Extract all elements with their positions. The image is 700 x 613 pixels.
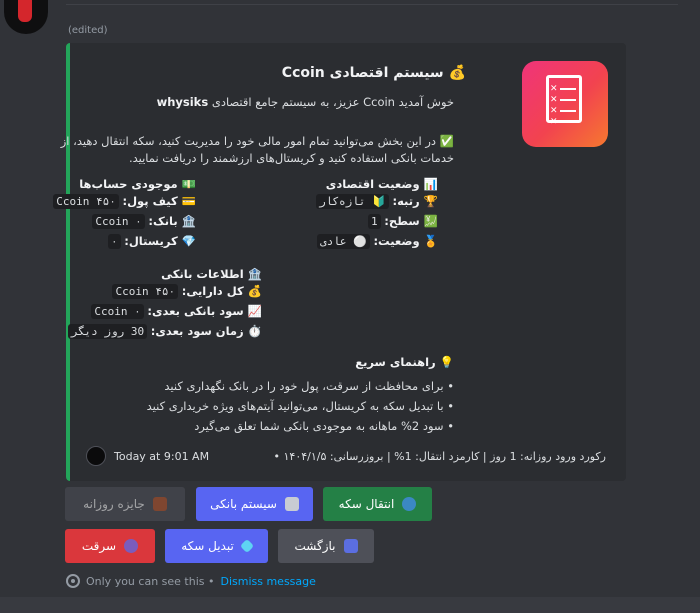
bank-info-field: 🏦 اطلاعات بانکی 💰 کل دارایی: Ccoin ۴۵۰ 📈… xyxy=(68,267,262,341)
dismiss-link[interactable]: Dismiss message xyxy=(220,575,315,588)
x-mark-icon: ✕ xyxy=(550,84,558,94)
wallet-row: 💳 کیف پول: Ccoin ۴۵۰ xyxy=(53,194,196,211)
ephemeral-notice: Only you can see this • Dismiss message xyxy=(66,574,316,588)
intro-user: whysiks xyxy=(156,95,209,109)
button-label: تبدیل سکه xyxy=(181,539,234,553)
x-mark-icon: ✕ xyxy=(550,95,558,105)
only-you-text: Only you can see this • xyxy=(86,574,215,588)
state-row: 🏅 وضعیت: ⚪ عادی xyxy=(316,234,438,251)
description-line-1: ✅ در این بخش می‌توانید تمام امور مالی خو… xyxy=(60,134,454,148)
state-label: 🏅 وضعیت: xyxy=(373,234,438,248)
thief-icon xyxy=(124,539,139,553)
back-arrow-icon xyxy=(343,539,358,553)
next-profit-row: ⏱️ زمان سود بعدی: 30 روز دیگر xyxy=(68,324,262,341)
footer-timestamp: Today at 9:01 AM xyxy=(114,450,210,463)
crystal-value: ۰ xyxy=(107,234,121,249)
line-icon xyxy=(560,99,576,101)
convert-coin-button[interactable]: تبدیل سکه xyxy=(165,529,268,563)
crystal-row: 💎 کریستال: ۰ xyxy=(53,234,196,251)
embed-title: 💰 سیستم اقتصادی Ccoin xyxy=(281,65,466,81)
guide-tip: • با تبدیل سکه به کریستال، می‌توانید آیت… xyxy=(146,399,454,413)
level-value: 1 xyxy=(367,214,381,229)
gift-icon xyxy=(152,497,167,511)
divider xyxy=(66,4,678,5)
button-label: سرقت xyxy=(81,539,117,553)
profit-row: 📈 سود بانکی بعدی: Ccoin ۰ xyxy=(68,304,262,321)
x-mark-icon: ✕ xyxy=(550,117,558,127)
bottom-bar xyxy=(0,597,700,613)
button-label: انتقال سکه xyxy=(338,497,395,511)
balances-field: 💵 موجودی حساب‌ها 💳 کیف پول: Ccoin ۴۵۰ 🏦 … xyxy=(53,177,196,251)
intro-text: خوش آمدید Ccoin عزیز، به سیستم جامع اقتص… xyxy=(211,95,454,109)
crystal-label: 💎 کریستال: xyxy=(124,234,196,248)
button-label: جایزه روزانه xyxy=(83,497,145,511)
bank-icon xyxy=(284,497,299,511)
time-value: 30 روز دیگر xyxy=(68,324,148,339)
footer-text: رکورد ورود روزانه: 1 روز | کارمزد انتقال… xyxy=(273,450,606,463)
eye-icon xyxy=(66,574,80,588)
bank-value: Ccoin ۰ xyxy=(92,214,145,229)
embed-card: ✕ ✕ ✕ ✕ 💰 سیستم اقتصادی Ccoin خوش آمدید … xyxy=(53,43,626,481)
robbery-button[interactable]: سرقت xyxy=(65,529,155,563)
total-value: Ccoin ۴۵۰ xyxy=(112,284,179,299)
profit-label: 📈 سود بانکی بعدی: xyxy=(147,304,262,318)
button-label: سیستم بانکی xyxy=(210,497,277,511)
back-button[interactable]: بازگشت xyxy=(278,529,374,563)
gem-icon xyxy=(239,538,254,554)
description-line-2: خدمات بانکی استفاده کنید و کریستال‌های ا… xyxy=(128,151,454,165)
field-title: 💵 موجودی حساب‌ها xyxy=(79,177,196,191)
embed-footer: Today at 9:01 AM رکورد ورود روزانه: 1 رو… xyxy=(86,446,606,468)
banking-system-button[interactable]: سیستم بانکی xyxy=(196,487,313,521)
bot-avatar[interactable] xyxy=(4,0,48,34)
field-title: 💡 راهنمای سریع xyxy=(355,355,454,369)
footer-avatar-icon xyxy=(86,446,106,466)
total-label: 💰 کل دارایی: xyxy=(181,284,262,298)
edited-label: (edited) xyxy=(68,25,108,36)
report-thumbnail-icon: ✕ ✕ ✕ ✕ xyxy=(522,61,608,147)
line-icon xyxy=(560,121,576,123)
guide-tip: • برای محافظت از سرقت، پول خود را در بان… xyxy=(164,379,454,393)
status-field: 📊 وضعیت اقتصادی 🏆 رتبه: 🔰 تازه‌کار 💹 سطح… xyxy=(316,177,438,251)
bank-label: 🏦 بانک: xyxy=(148,214,196,228)
line-icon xyxy=(560,88,576,90)
daily-reward-button[interactable]: جایزه روزانه xyxy=(65,487,185,521)
field-title: 🏦 اطلاعات بانکی xyxy=(161,267,262,281)
state-value: ⚪ عادی xyxy=(316,234,370,249)
profit-value: Ccoin ۰ xyxy=(91,304,144,319)
rank-value: 🔰 تازه‌کار xyxy=(316,194,389,209)
transfer-cycle-icon xyxy=(402,497,417,511)
wallet-label: 💳 کیف پول: xyxy=(122,194,196,208)
level-label: 💹 سطح: xyxy=(384,214,438,228)
bank-row: 🏦 بانک: Ccoin ۰ xyxy=(53,214,196,231)
rank-row: 🏆 رتبه: 🔰 تازه‌کار xyxy=(316,194,438,211)
level-row: 💹 سطح: 1 xyxy=(316,214,438,231)
wallet-value: Ccoin ۴۵۰ xyxy=(53,194,119,209)
top-edge xyxy=(0,0,700,18)
guide-tip: • سود 2% ماهانه به موجودی بانکی شما تعلق… xyxy=(194,419,454,433)
coin-transfer-button[interactable]: انتقال سکه xyxy=(323,487,432,521)
guide-field: 💡 راهنمای سریع xyxy=(84,355,454,369)
time-label: ⏱️ زمان سود بعدی: xyxy=(150,324,262,338)
cape-icon xyxy=(18,0,32,22)
total-row: 💰 کل دارایی: Ccoin ۴۵۰ xyxy=(68,284,262,301)
rank-label: 🏆 رتبه: xyxy=(392,194,438,208)
field-title: 📊 وضعیت اقتصادی xyxy=(325,177,438,191)
button-label: بازگشت xyxy=(294,539,336,553)
line-icon xyxy=(560,110,576,112)
intro-line: خوش آمدید Ccoin عزیز، به سیستم جامع اقتص… xyxy=(157,95,454,109)
x-mark-icon: ✕ xyxy=(550,106,558,116)
